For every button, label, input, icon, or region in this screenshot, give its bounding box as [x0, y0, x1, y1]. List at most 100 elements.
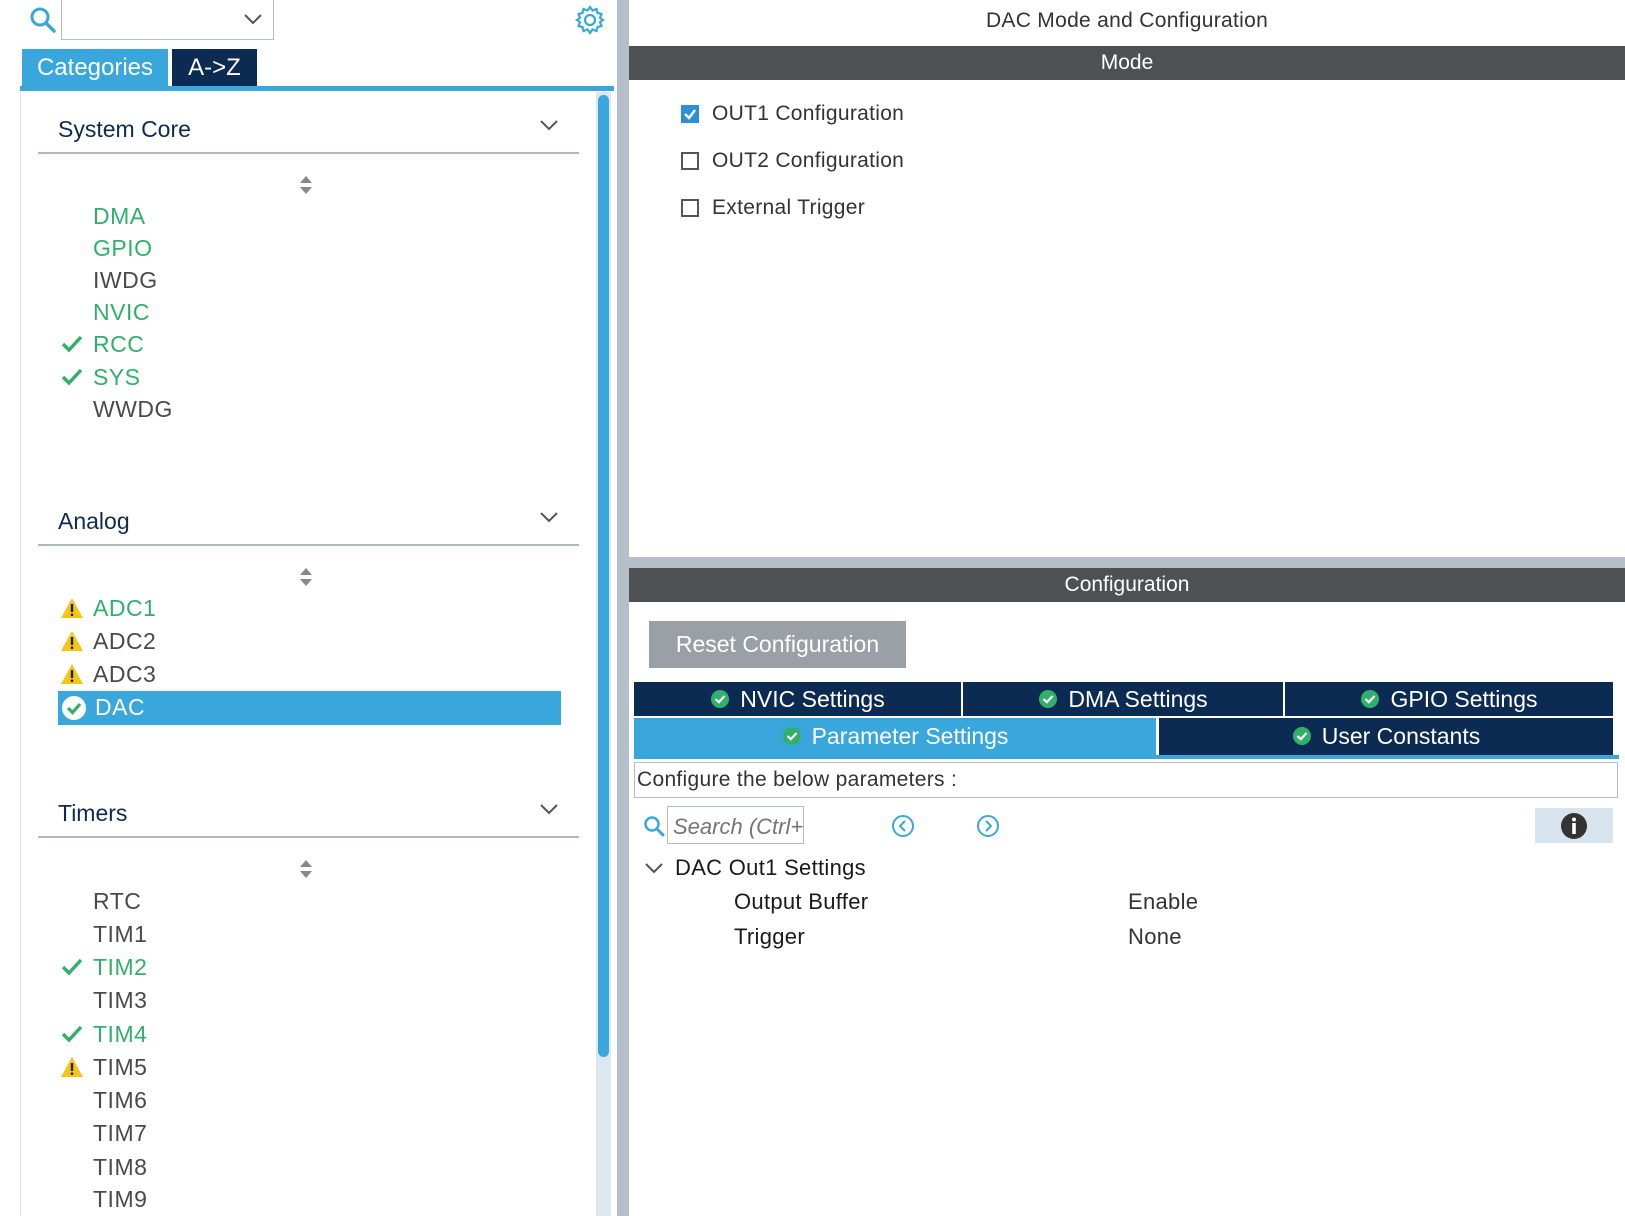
- chevron-down-icon: [645, 863, 663, 874]
- group-label: DAC Out1 Settings: [675, 855, 866, 880]
- category-header-timers[interactable]: Timers: [38, 794, 579, 838]
- item-label: RTC: [93, 888, 142, 914]
- list-item-tim7[interactable]: TIM7: [58, 1117, 561, 1149]
- tab-parameter-settings[interactable]: Parameter Settings: [634, 718, 1156, 755]
- sort-icon[interactable]: [298, 174, 314, 196]
- search-combo[interactable]: [61, 0, 274, 40]
- tab-user-constants[interactable]: User Constants: [1159, 718, 1613, 755]
- sort-icon[interactable]: [298, 858, 314, 880]
- tab-label: GPIO Settings: [1390, 686, 1538, 712]
- item-label: GPIO: [93, 235, 153, 261]
- list-item-dac[interactable]: DAC: [58, 691, 561, 725]
- chevron-down-icon: [540, 120, 558, 131]
- checkbox-unchecked-icon: [681, 152, 699, 170]
- list-item-gpio[interactable]: GPIO: [58, 232, 561, 264]
- category-label: System Core: [58, 116, 191, 142]
- item-label: RCC: [93, 331, 145, 357]
- previous-match-icon[interactable]: [891, 814, 915, 838]
- parameter-search-input[interactable]: [667, 806, 804, 844]
- item-label: ADC2: [93, 628, 157, 654]
- gear-icon[interactable]: [574, 4, 606, 36]
- item-label: IWDG: [93, 267, 158, 293]
- chevron-down-icon: [244, 14, 262, 25]
- list-item-adc2[interactable]: ADC2: [58, 625, 561, 657]
- checkbox-label: OUT2 Configuration: [712, 149, 905, 172]
- tab-label: DMA Settings: [1068, 686, 1208, 712]
- tab-gpio-settings[interactable]: GPIO Settings: [1285, 682, 1613, 716]
- search-icon: [644, 816, 665, 837]
- list-item-tim1[interactable]: TIM1: [58, 918, 561, 950]
- warning-icon: [61, 598, 83, 618]
- item-label: DMA: [93, 203, 146, 229]
- search-icon[interactable]: [29, 6, 57, 34]
- list-item-adc1[interactable]: ADC1: [58, 592, 561, 624]
- item-label: NVIC: [93, 299, 150, 325]
- checkbox-checked-icon: [681, 105, 699, 123]
- param-name: Output Buffer: [734, 889, 869, 914]
- item-label: TIM5: [93, 1054, 148, 1080]
- list-item-tim8[interactable]: TIM8: [58, 1151, 561, 1183]
- item-label: TIM6: [93, 1087, 148, 1113]
- category-header-system-core[interactable]: System Core: [38, 110, 579, 154]
- warning-icon: [61, 631, 83, 651]
- info-button[interactable]: [1535, 808, 1613, 843]
- list-item-dma[interactable]: DMA: [58, 200, 561, 232]
- info-icon: [1561, 813, 1587, 839]
- tab-label: User Constants: [1321, 723, 1481, 749]
- category-tabs: Categories A->Z: [20, 49, 614, 92]
- reset-configuration-button[interactable]: Reset Configuration: [649, 621, 906, 668]
- check-circle-icon: [1039, 689, 1058, 708]
- check-circle-icon: [1361, 689, 1380, 708]
- param-row-output-buffer[interactable]: Output Buffer Enable: [734, 888, 1614, 918]
- check-icon: [61, 335, 83, 353]
- list-item-wwdg[interactable]: WWDG: [58, 393, 561, 425]
- list-item-tim4[interactable]: TIM4: [58, 1018, 561, 1050]
- list-item-tim5[interactable]: TIM5: [58, 1051, 561, 1083]
- param-row-trigger[interactable]: Trigger None: [734, 923, 1614, 953]
- checkbox-label: External Trigger: [712, 196, 866, 219]
- check-circle-icon: [711, 689, 730, 708]
- panel-splitter[interactable]: [617, 0, 629, 1216]
- item-label: TIM3: [93, 987, 148, 1013]
- list-item-tim3[interactable]: TIM3: [58, 984, 561, 1016]
- item-label: TIM7: [93, 1120, 148, 1146]
- tab-underline: [634, 755, 1619, 759]
- checkbox-unchecked-icon: [681, 199, 699, 217]
- sort-icon[interactable]: [298, 566, 314, 588]
- item-label: TIM2: [93, 954, 148, 980]
- check-circle-icon: [1292, 726, 1311, 745]
- configuration-header: Configuration: [629, 568, 1625, 602]
- list-item-tim6[interactable]: TIM6: [58, 1084, 561, 1116]
- next-match-icon[interactable]: [976, 814, 1000, 838]
- tab-a-z[interactable]: A->Z: [172, 49, 257, 86]
- category-label: Timers: [58, 800, 128, 826]
- page-title: DAC Mode and Configuration: [985, 9, 1269, 32]
- param-value[interactable]: Enable: [1128, 889, 1198, 915]
- categories-panel: Categories A->Z System Core DMA GPIO IWD…: [0, 0, 617, 1216]
- item-label: TIM4: [93, 1021, 148, 1047]
- item-label: WWDG: [93, 396, 173, 422]
- item-label: TIM9: [93, 1186, 148, 1212]
- list-item-tim9[interactable]: TIM9: [58, 1183, 561, 1215]
- warning-icon: [61, 1057, 83, 1077]
- check-circle-icon: [62, 696, 86, 720]
- section-splitter[interactable]: [629, 557, 1625, 568]
- tab-nvic-settings[interactable]: NVIC Settings: [634, 682, 961, 716]
- list-item-tim2[interactable]: TIM2: [58, 951, 561, 983]
- tab-dma-settings[interactable]: DMA Settings: [963, 682, 1283, 716]
- scrollbar-thumb[interactable]: [598, 95, 609, 1057]
- list-item-adc3[interactable]: ADC3: [58, 658, 561, 690]
- item-label: ADC3: [93, 661, 157, 687]
- param-value[interactable]: None: [1128, 924, 1182, 950]
- check-circle-icon: [782, 726, 801, 745]
- list-item-rcc[interactable]: RCC: [58, 328, 561, 360]
- list-item-nvic[interactable]: NVIC: [58, 296, 561, 328]
- chevron-down-icon: [540, 512, 558, 523]
- tab-label: Parameter Settings: [811, 723, 1009, 749]
- list-item-rtc[interactable]: RTC: [58, 885, 561, 917]
- tab-categories[interactable]: Categories: [22, 49, 168, 86]
- list-item-iwdg[interactable]: IWDG: [58, 264, 561, 296]
- item-label: ADC1: [93, 595, 157, 621]
- category-header-analog[interactable]: Analog: [38, 502, 579, 546]
- list-item-sys[interactable]: SYS: [58, 361, 561, 393]
